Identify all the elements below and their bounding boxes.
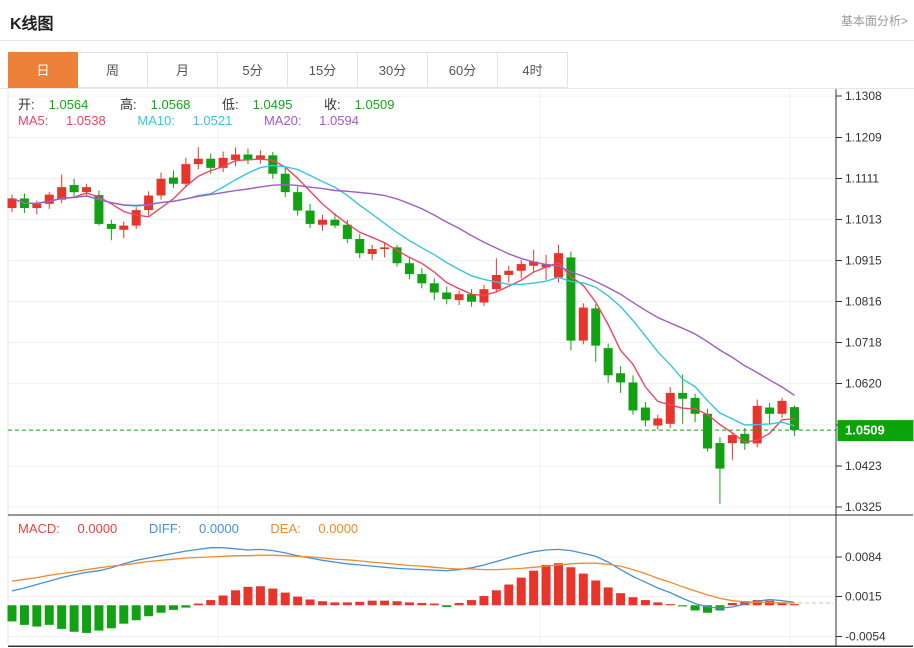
y-axis-labels: 1.1308 1.1209 1.1111 1.1013 1.0915 1.0816 1.07…: [836, 89, 886, 643]
svg-text:1.0509: 1.0509: [845, 423, 885, 438]
close-label: 收:: [324, 97, 341, 112]
tab-30min[interactable]: 30分: [358, 52, 428, 88]
current-price-badge: 1.0509: [837, 420, 914, 442]
tab-15min[interactable]: 15分: [288, 52, 358, 88]
open-value: 1.0564: [48, 97, 89, 112]
low-label: 低:: [222, 97, 239, 112]
svg-text:1.1209: 1.1209: [845, 130, 882, 144]
svg-text:1.1308: 1.1308: [845, 89, 882, 103]
ma10-label: MA10:: [137, 113, 175, 128]
tab-day[interactable]: 日: [8, 52, 78, 88]
low-value: 1.0495: [252, 97, 293, 112]
tab-60min[interactable]: 60分: [428, 52, 498, 88]
page-title: K线图: [10, 16, 54, 33]
page-header: K线图 基本面分析>: [0, 0, 914, 41]
ma10-value: 1.0521: [192, 113, 233, 128]
diff-value: 0.0000: [199, 521, 239, 536]
svg-text:1.0620: 1.0620: [845, 377, 882, 391]
dea-value: 0.0000: [318, 521, 359, 536]
open-label: 开:: [18, 97, 35, 112]
ma5-value: 1.0538: [65, 113, 106, 128]
tab-5min[interactable]: 5分: [218, 52, 288, 88]
macd-value: 0.0000: [77, 521, 118, 536]
interval-tab-bar: 日 周 月 5分 15分 30分 60分 4时: [0, 52, 914, 89]
fundamental-analysis-link[interactable]: 基本面分析>: [841, 12, 908, 29]
svg-text:1.0718: 1.0718: [845, 336, 882, 350]
ma20-line: [11, 183, 795, 396]
ohlc-legend: 开: 1.0564 高: 1.0568 低: 1.0495 收: 1.0509: [18, 94, 422, 113]
macd-legend: MACD: 0.0000 DIFF: 0.0000 DEA: 0.0000: [18, 521, 386, 536]
ma20-value: 1.0594: [319, 113, 359, 128]
svg-text:0.0015: 0.0015: [845, 590, 882, 604]
ma5-label: MA5:: [18, 113, 49, 128]
svg-text:1.0915: 1.0915: [845, 253, 882, 267]
high-value: 1.0568: [150, 97, 191, 112]
svg-text:-0.0054: -0.0054: [845, 629, 886, 643]
tab-4hour[interactable]: 4时: [498, 52, 568, 88]
diff-label: DIFF:: [148, 521, 182, 536]
svg-text:1.0423: 1.0423: [845, 459, 882, 473]
kline-page: 1.1308 1.1209 1.1111 1.1013 1.0915 1.0816 1.07…: [0, 0, 914, 648]
macd-label: MACD:: [18, 521, 60, 536]
dea-label: DEA:: [270, 521, 301, 536]
ma20-label: MA20:: [263, 113, 302, 128]
svg-text:0.0084: 0.0084: [845, 550, 882, 564]
svg-text:1.1111: 1.1111: [845, 171, 879, 185]
tab-week[interactable]: 周: [78, 52, 148, 88]
svg-text:1.0325: 1.0325: [845, 500, 882, 514]
svg-text:1.0816: 1.0816: [845, 295, 882, 309]
tab-month[interactable]: 月: [148, 52, 218, 88]
macd-histogram: [7, 563, 799, 633]
high-label: 高:: [120, 97, 137, 112]
svg-text:1.1013: 1.1013: [845, 212, 882, 226]
close-value: 1.0509: [354, 97, 395, 112]
ma-legend: MA5: 1.0538 MA10: 1.0521 MA20: 1.0594: [18, 113, 387, 128]
